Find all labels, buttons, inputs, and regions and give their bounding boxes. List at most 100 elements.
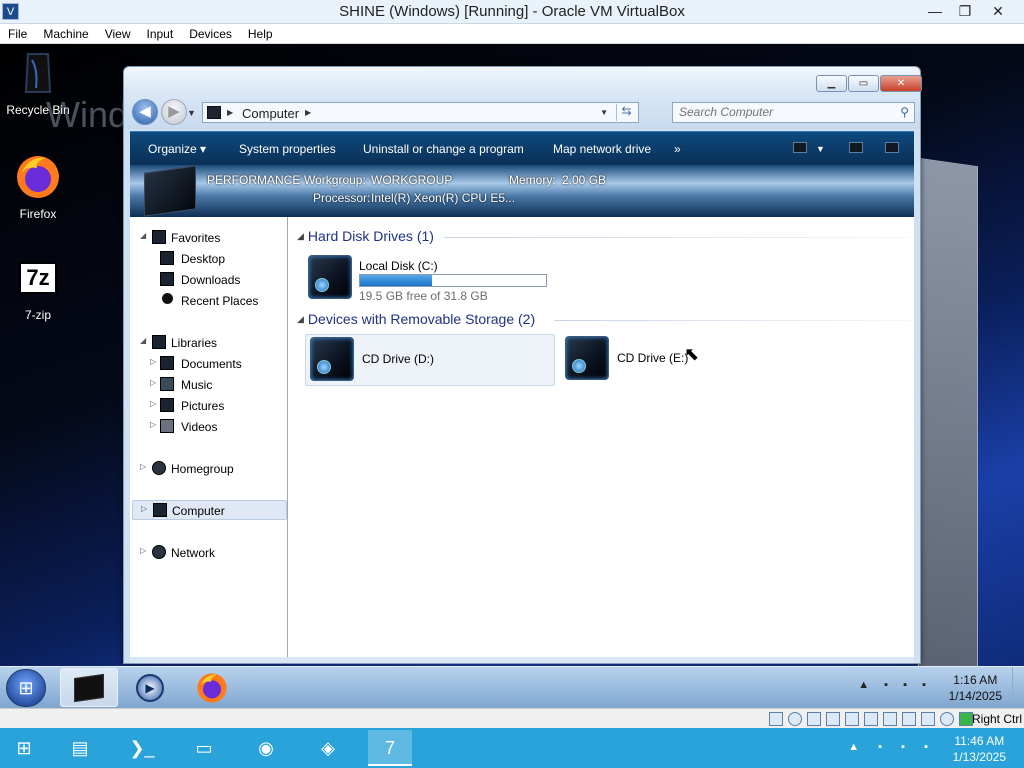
shared-folders-icon[interactable] — [864, 712, 878, 726]
back-button[interactable]: ◀ — [132, 99, 158, 125]
menu-devices[interactable]: Devices — [181, 24, 240, 42]
file-server-icon[interactable]: ▤ — [58, 730, 102, 766]
taskbar-firefox-button[interactable] — [183, 668, 241, 707]
collapse-icon[interactable]: ◢ — [297, 314, 304, 324]
nav-recent-places[interactable]: Recent Places — [148, 292, 278, 310]
organize-button[interactable]: Organize ▾ — [148, 142, 206, 156]
show-desktop-button[interactable] — [1012, 667, 1024, 709]
guest-clock[interactable]: 1:16 AM 1/14/2025 — [949, 672, 1002, 704]
menu-machine[interactable]: Machine — [35, 24, 96, 42]
more-commands-button[interactable]: » — [674, 142, 681, 156]
recent-pages-dropdown[interactable]: ▼ — [187, 108, 196, 118]
explorer-minimize-button[interactable]: ▁ — [816, 75, 847, 92]
chevron-right-icon[interactable]: ▶ — [305, 108, 311, 117]
minimize-button[interactable]: — — [920, 0, 950, 22]
collapse-icon[interactable]: ◢ — [140, 231, 146, 240]
firefox-icon[interactable]: ◉ — [244, 730, 288, 766]
expand-icon[interactable]: ▷ — [150, 378, 156, 387]
taskbar-explorer-button[interactable] — [60, 668, 118, 707]
desktop-icon-recycle-bin[interactable]: Recycle Bin — [0, 50, 76, 117]
drive-c[interactable]: Local Disk (C:) 19.5 GB free of 31.8 GB — [303, 251, 553, 303]
chevron-right-icon[interactable]: ▶ — [227, 108, 233, 117]
search-box[interactable]: ⚲ — [672, 102, 915, 123]
nav-libraries[interactable]: ◢ Libraries — [138, 334, 278, 352]
explorer-close-button[interactable]: ✕ — [880, 75, 922, 92]
menu-file[interactable]: File — [0, 24, 35, 42]
usb-icon[interactable] — [845, 712, 859, 726]
virtualbox-icon[interactable]: ◈ — [306, 730, 350, 766]
nav-favorites[interactable]: ◢ Favorites — [138, 229, 278, 247]
group-hard-disk-drives[interactable]: ◢ Hard Disk Drives (1) — [297, 228, 434, 244]
nav-computer[interactable]: ▷ Computer — [132, 500, 287, 520]
address-bar[interactable]: ▶ Computer ▶ ▼ ⇆ — [202, 102, 639, 123]
search-icon[interactable]: ⚲ — [900, 105, 909, 119]
powershell-icon[interactable]: ❯_ — [120, 730, 164, 766]
drive-d[interactable]: CD Drive (D:) — [305, 334, 555, 386]
nav-label: Music — [181, 378, 213, 392]
nav-music[interactable]: ▷ Music — [148, 376, 278, 394]
maximize-button[interactable]: ❐ — [950, 0, 980, 22]
file-explorer-icon[interactable]: ▭ — [182, 730, 226, 766]
desktop-icon-firefox[interactable]: Firefox — [0, 154, 76, 221]
expand-icon[interactable]: ▷ — [140, 546, 146, 555]
network-adapter-icon[interactable] — [826, 712, 840, 726]
nav-label: Recent Places — [181, 294, 259, 308]
video-capture-icon[interactable] — [902, 712, 916, 726]
view-options-icon[interactable] — [793, 142, 807, 153]
expand-icon[interactable]: ▷ — [150, 357, 156, 366]
host-window-title: SHINE (Windows) [Running] - Oracle VM Vi… — [339, 3, 685, 20]
menu-input[interactable]: Input — [139, 24, 182, 42]
nav-network[interactable]: ▷ Network — [138, 544, 278, 562]
explorer-maximize-button[interactable]: ▭ — [848, 75, 879, 92]
system-properties-button[interactable]: System properties — [239, 142, 336, 156]
refresh-icon[interactable]: ⇆ — [616, 104, 636, 121]
uninstall-program-button[interactable]: Uninstall or change a program — [363, 142, 524, 156]
nav-label: Homegroup — [171, 462, 234, 476]
help-icon[interactable] — [885, 142, 899, 153]
menu-view[interactable]: View — [97, 24, 139, 42]
optical-drive-icon[interactable] — [788, 712, 802, 726]
guest-additions-icon[interactable] — [940, 712, 954, 726]
search-input[interactable] — [673, 103, 883, 121]
vm-window-icon[interactable]: 7 — [368, 730, 412, 766]
drive-e[interactable]: CD Drive (E:) — [561, 334, 761, 386]
start-button[interactable]: ⊞ — [6, 669, 46, 707]
nav-homegroup[interactable]: ▷ Homegroup — [138, 460, 278, 478]
cpu-icon[interactable] — [921, 712, 935, 726]
expand-icon[interactable]: ▷ — [150, 420, 156, 429]
guest-system-tray[interactable]: ▲ ▪ ▪ ▪ — [858, 679, 932, 691]
nav-documents[interactable]: ▷ Documents — [148, 355, 278, 373]
host-taskbar: ⊞ ▤ ❯_ ▭ ◉ ◈ 7 ▲ ▪ ▪ ▪ 11:46 AM 1/13/202… — [0, 728, 1024, 768]
host-clock[interactable]: 11:46 AM 1/13/2025 — [953, 733, 1006, 765]
storage-icon[interactable] — [769, 712, 783, 726]
nav-desktop[interactable]: Desktop — [148, 250, 278, 268]
keyboard-capture-icon[interactable] — [959, 712, 973, 726]
chevron-down-icon[interactable]: ▼ — [600, 108, 608, 117]
preview-pane-icon[interactable] — [849, 142, 863, 153]
forward-button[interactable]: ▶ — [161, 99, 187, 125]
display-icon[interactable] — [883, 712, 897, 726]
taskbar-media-player-button[interactable]: ▶ — [121, 668, 179, 707]
close-button[interactable]: ✕ — [980, 0, 1016, 22]
audio-icon[interactable] — [807, 712, 821, 726]
desktop-icon-7zip[interactable]: 7z 7-zip — [0, 262, 76, 322]
expand-icon[interactable]: ▷ — [140, 462, 146, 471]
nav-label: Downloads — [181, 273, 241, 287]
map-network-drive-button[interactable]: Map network drive — [553, 142, 651, 156]
desktop-icon-label: 7-zip — [24, 308, 51, 322]
chevron-down-icon[interactable]: ▼ — [816, 144, 825, 154]
downloads-icon — [160, 272, 174, 286]
collapse-icon[interactable]: ◢ — [140, 336, 146, 345]
group-removable-storage[interactable]: ◢ Devices with Removable Storage (2) — [297, 311, 535, 327]
expand-icon[interactable]: ▷ — [141, 504, 147, 513]
nav-videos[interactable]: ▷ Videos — [148, 418, 278, 436]
host-system-tray[interactable]: ▲ ▪ ▪ ▪ — [848, 741, 936, 753]
windows-start-icon[interactable]: ⊞ — [2, 730, 46, 766]
nav-pictures[interactable]: ▷ Pictures — [148, 397, 278, 415]
pictures-icon — [160, 398, 174, 412]
nav-downloads[interactable]: Downloads — [148, 271, 278, 289]
expand-icon[interactable]: ▷ — [150, 399, 156, 408]
nav-label: Network — [171, 546, 216, 560]
collapse-icon[interactable]: ◢ — [297, 231, 304, 241]
menu-help[interactable]: Help — [240, 24, 281, 42]
